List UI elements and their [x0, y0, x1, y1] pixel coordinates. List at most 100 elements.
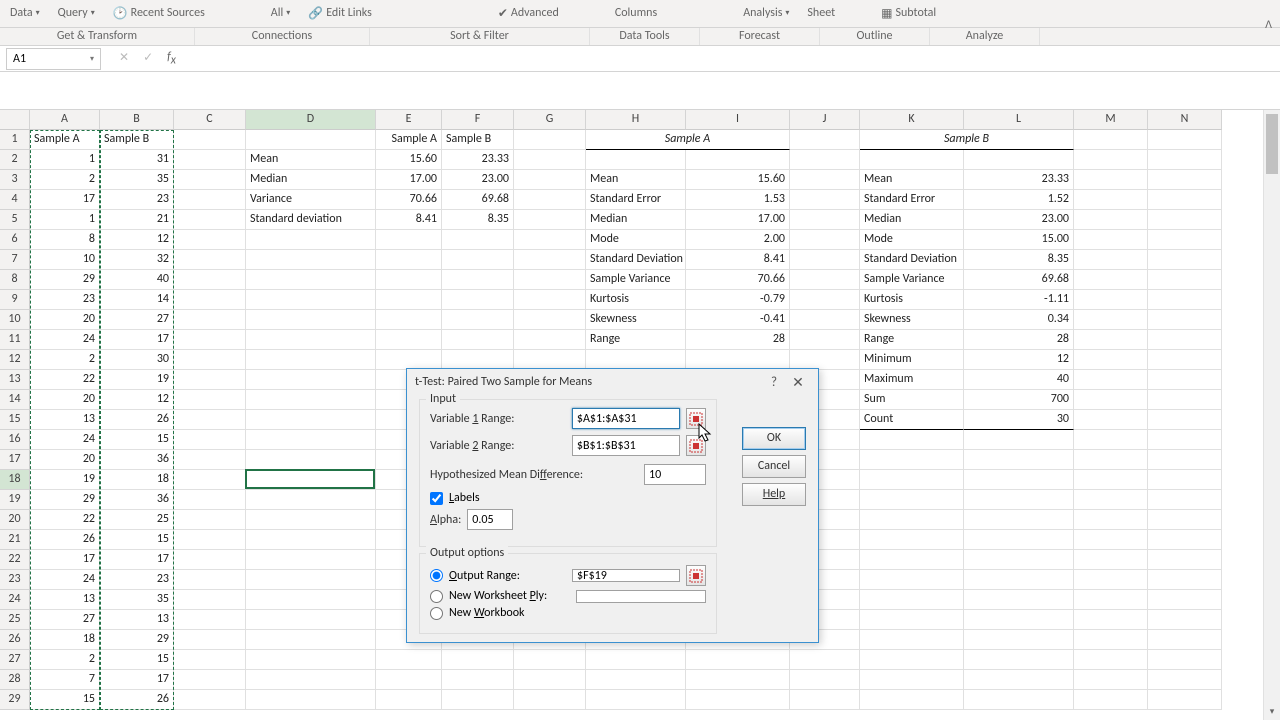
cell[interactable]: 15.60 [376, 150, 442, 170]
cell[interactable] [1074, 630, 1148, 650]
cell[interactable] [174, 430, 246, 450]
cell[interactable]: 15.00 [964, 230, 1074, 250]
cell[interactable] [376, 650, 442, 670]
row-header[interactable]: 2 [0, 150, 30, 170]
cell[interactable] [174, 570, 246, 590]
cell[interactable] [1074, 450, 1148, 470]
cell[interactable]: 20 [30, 390, 100, 410]
cell[interactable] [442, 350, 514, 370]
cell[interactable]: 15 [100, 530, 174, 550]
cell[interactable] [1148, 430, 1222, 450]
cell[interactable] [246, 550, 376, 570]
cell[interactable] [246, 510, 376, 530]
cell[interactable] [246, 530, 376, 550]
cell[interactable]: Mean [246, 150, 376, 170]
cell[interactable] [174, 650, 246, 670]
scroll-down-icon[interactable]: ▾ [1264, 703, 1280, 720]
cell[interactable] [790, 690, 860, 710]
cell[interactable]: 27 [30, 610, 100, 630]
cell[interactable] [1148, 170, 1222, 190]
cell[interactable]: 8.35 [442, 210, 514, 230]
cell[interactable] [586, 690, 686, 710]
cell[interactable] [1074, 410, 1148, 430]
cell[interactable] [1074, 330, 1148, 350]
cancel-button[interactable]: Cancel [742, 455, 806, 478]
cell[interactable] [1074, 470, 1148, 490]
cell[interactable] [174, 190, 246, 210]
cell[interactable] [1148, 290, 1222, 310]
cell[interactable] [586, 650, 686, 670]
cell[interactable] [174, 670, 246, 690]
cell[interactable]: Sample A [376, 130, 442, 150]
col-header[interactable]: I [686, 110, 790, 130]
cell[interactable]: 15 [100, 650, 174, 670]
cell[interactable]: 31 [100, 150, 174, 170]
new-worksheet-input[interactable] [576, 590, 706, 603]
cell[interactable] [1074, 570, 1148, 590]
cell[interactable] [376, 350, 442, 370]
row-header[interactable]: 5 [0, 210, 30, 230]
cell[interactable]: 30 [964, 410, 1074, 430]
cell[interactable] [1074, 550, 1148, 570]
cell[interactable] [174, 450, 246, 470]
cell[interactable] [964, 530, 1074, 550]
row-header[interactable]: 23 [0, 570, 30, 590]
cell[interactable] [246, 330, 376, 350]
cell[interactable] [1148, 270, 1222, 290]
cell[interactable]: Standard deviation [246, 210, 376, 230]
row-header[interactable]: 11 [0, 330, 30, 350]
cell[interactable] [1074, 490, 1148, 510]
cell[interactable]: 2.00 [686, 230, 790, 250]
cell[interactable] [174, 230, 246, 250]
cell[interactable] [376, 670, 442, 690]
cell[interactable] [174, 290, 246, 310]
cell[interactable]: 35 [100, 590, 174, 610]
cell[interactable] [1148, 650, 1222, 670]
cell[interactable]: 2 [30, 650, 100, 670]
cell[interactable]: 15 [100, 430, 174, 450]
cell[interactable]: Count [860, 410, 964, 430]
row-header[interactable]: 15 [0, 410, 30, 430]
cell[interactable]: 13 [100, 610, 174, 630]
cell[interactable]: 17 [100, 330, 174, 350]
vertical-scrollbar[interactable]: ▴ ▾ [1263, 110, 1280, 720]
col-header[interactable]: J [790, 110, 860, 130]
cell[interactable] [1148, 250, 1222, 270]
cell[interactable] [442, 230, 514, 250]
cell[interactable] [1148, 410, 1222, 430]
var2-input[interactable] [572, 435, 680, 456]
cell[interactable] [514, 690, 586, 710]
cell[interactable] [246, 430, 376, 450]
cell[interactable] [246, 590, 376, 610]
cell[interactable] [860, 450, 964, 470]
cell[interactable] [860, 490, 964, 510]
cell[interactable] [964, 150, 1074, 170]
cell[interactable]: -0.79 [686, 290, 790, 310]
cell[interactable]: 23 [100, 570, 174, 590]
cell[interactable] [174, 530, 246, 550]
col-header[interactable]: K [860, 110, 964, 130]
cell[interactable] [246, 270, 376, 290]
cell[interactable]: Kurtosis [586, 290, 686, 310]
cell[interactable] [246, 370, 376, 390]
cell[interactable] [514, 150, 586, 170]
cell[interactable] [1074, 370, 1148, 390]
row-header[interactable]: 7 [0, 250, 30, 270]
cell[interactable] [442, 290, 514, 310]
cell[interactable]: 23.00 [442, 170, 514, 190]
cell[interactable] [860, 150, 964, 170]
cell[interactable] [1148, 510, 1222, 530]
cell[interactable] [514, 350, 586, 370]
cell[interactable]: 12 [100, 230, 174, 250]
row-header[interactable]: 10 [0, 310, 30, 330]
cell[interactable]: Skewness [860, 310, 964, 330]
cell[interactable]: Sample Variance [586, 270, 686, 290]
cell[interactable]: 1 [30, 150, 100, 170]
col-header[interactable]: F [442, 110, 514, 130]
cell[interactable]: Standard Error [860, 190, 964, 210]
cell[interactable]: 22 [30, 510, 100, 530]
cell[interactable]: 70.66 [376, 190, 442, 210]
cell[interactable] [246, 230, 376, 250]
cell[interactable] [174, 210, 246, 230]
cell[interactable] [174, 250, 246, 270]
